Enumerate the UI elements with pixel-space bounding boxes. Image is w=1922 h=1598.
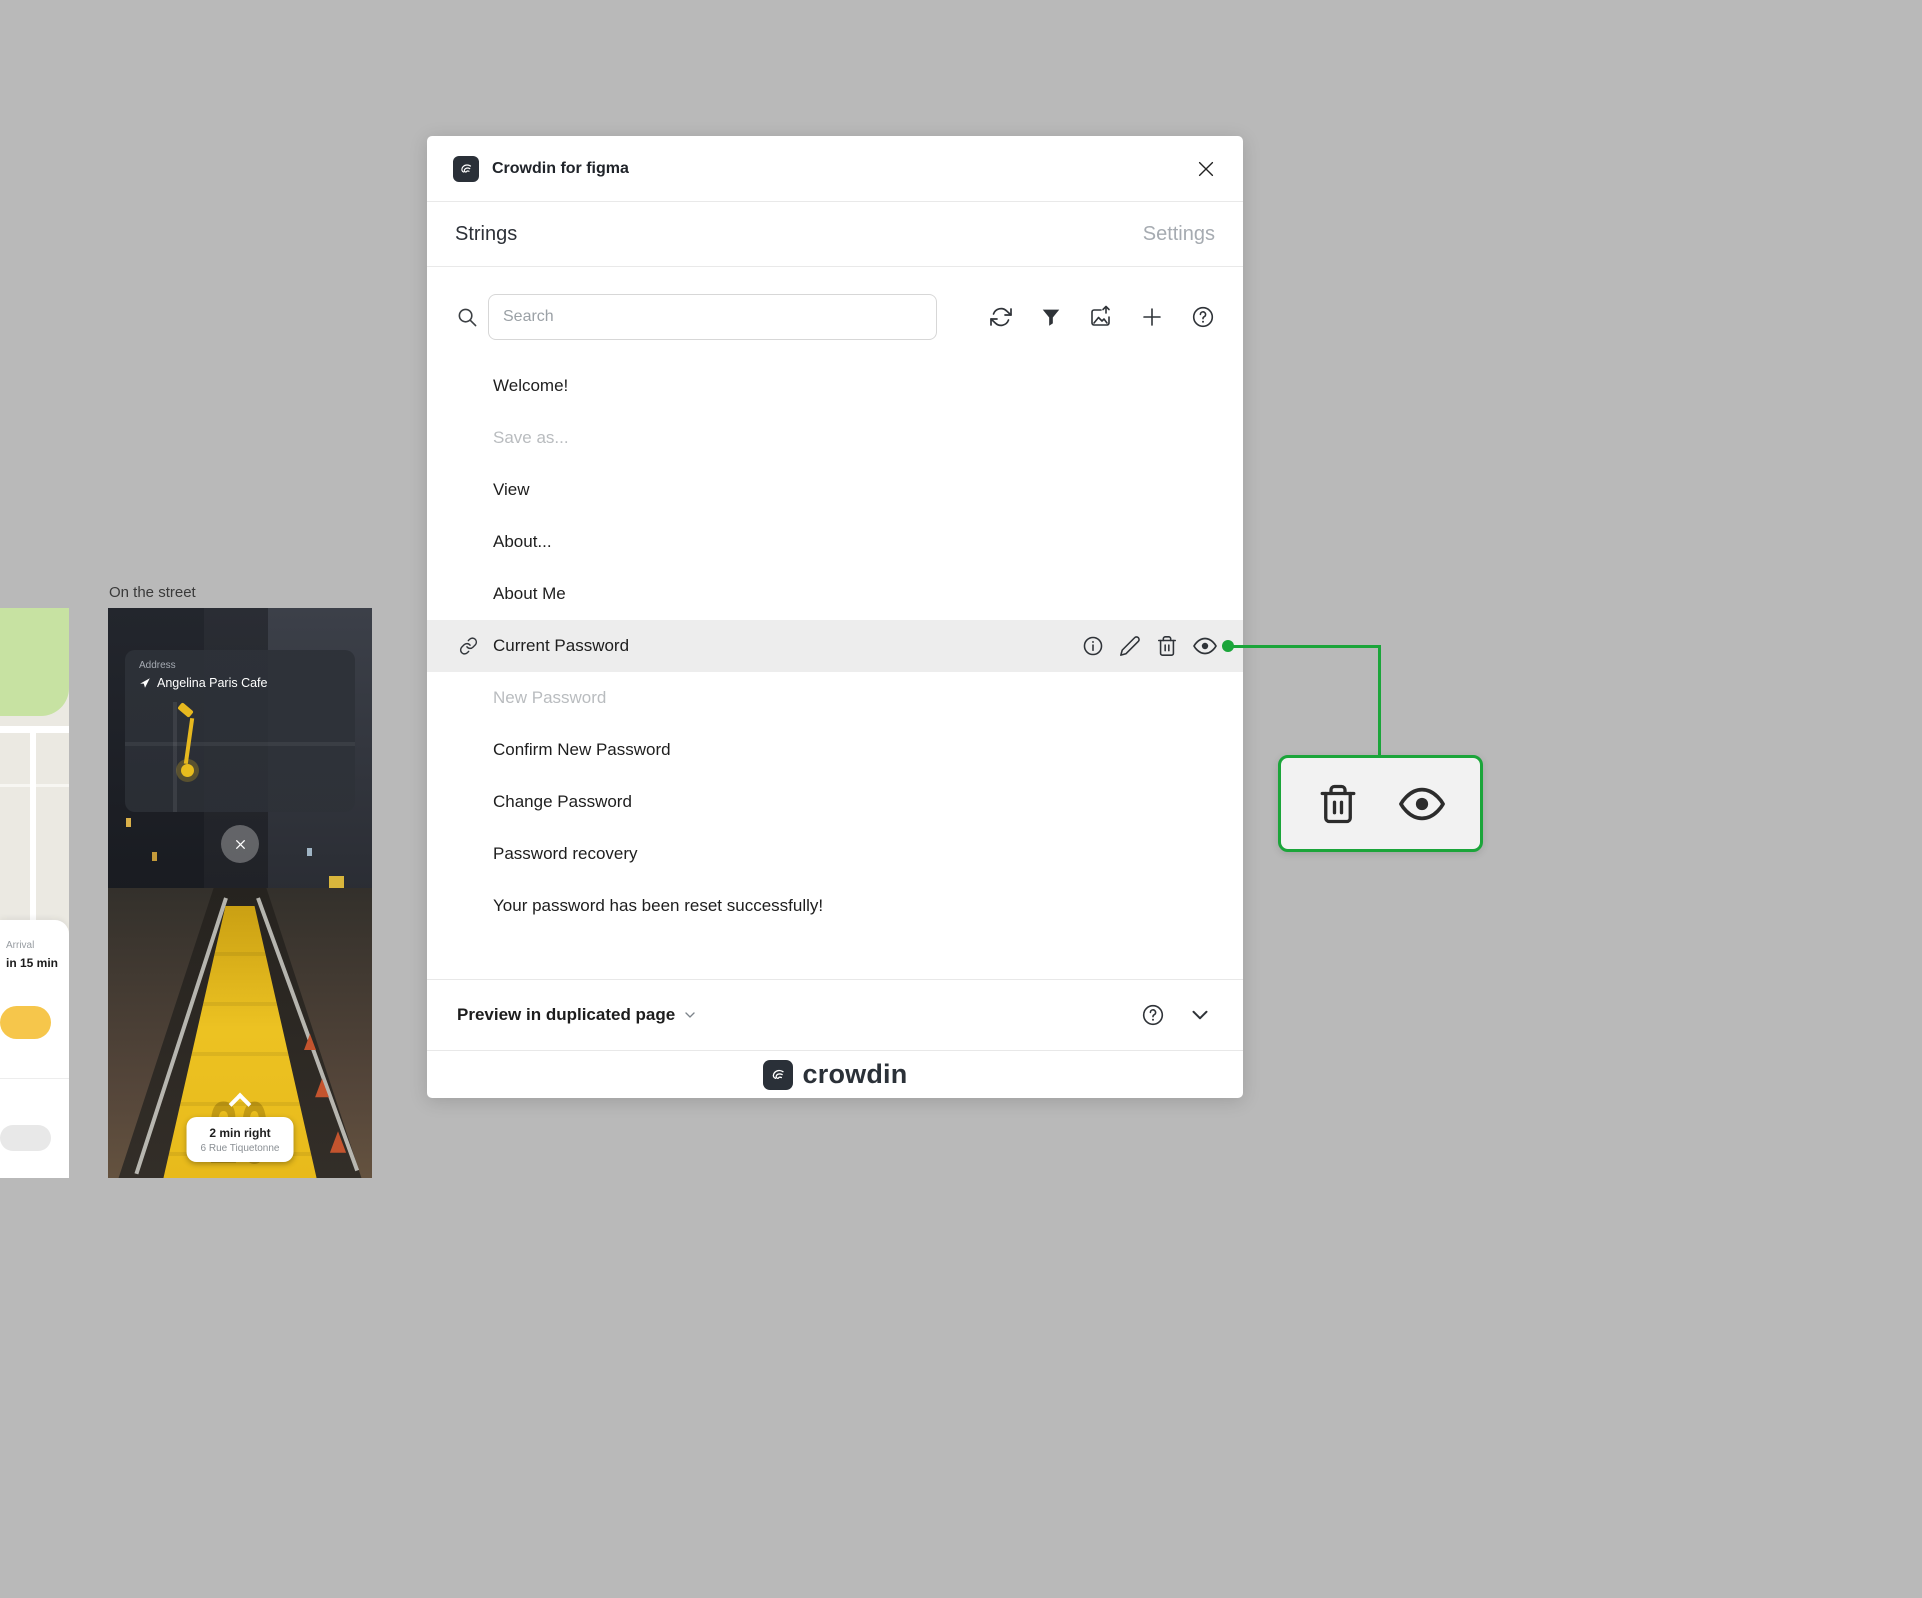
arrival-label: Arrival (6, 940, 35, 951)
help-icon (1192, 306, 1214, 328)
refresh-button[interactable] (989, 305, 1013, 329)
list-item-current-password[interactable]: Current Password (427, 620, 1243, 672)
chevron-down-icon[interactable] (682, 1007, 698, 1023)
list-item[interactable]: New Password (427, 672, 1243, 724)
brand-footer: crowdin (427, 1051, 1243, 1098)
annotation-connector-line (1378, 645, 1381, 758)
navigation-arrow-icon (139, 677, 151, 689)
direction-title: 2 min right (209, 1126, 271, 1140)
collapse-button[interactable] (1187, 1002, 1213, 1028)
frame-title-on-the-street[interactable]: On the street (109, 584, 196, 601)
crowdin-logo-icon (762, 1059, 793, 1090)
preview-icon (1398, 781, 1445, 827)
edit-icon (1120, 636, 1140, 656)
tab-strings[interactable]: Strings (455, 223, 517, 246)
modal-header: Crowdin for figma (427, 136, 1243, 202)
crowdin-wordmark: crowdin (802, 1059, 908, 1089)
preview-help-button[interactable] (1141, 1003, 1165, 1027)
delete-icon (1317, 783, 1359, 825)
add-icon (1143, 308, 1161, 326)
help-icon (1142, 1004, 1164, 1026)
filter-button[interactable] (1040, 306, 1062, 328)
preview-dropdown[interactable]: Preview in duplicated page (457, 1005, 675, 1025)
preview-button[interactable] (1193, 634, 1217, 658)
address-value: Angelina Paris Cafe (157, 676, 268, 690)
upload-image-button[interactable] (1089, 305, 1113, 329)
street-ar-frame[interactable]: 20 Address Angelina Paris Cafe 2 min rig… (108, 608, 372, 1178)
primary-button-partial (0, 1006, 51, 1039)
map-road (30, 726, 36, 926)
delete-icon (1157, 636, 1177, 656)
route-line (183, 717, 195, 765)
modal-title: Crowdin for figma (492, 159, 629, 177)
arrival-time: in 15 min (6, 956, 59, 970)
crowdin-plugin-modal: Crowdin for figma Strings Settings Searc… (427, 136, 1243, 1098)
current-location-dot (181, 764, 194, 777)
delete-button[interactable] (1156, 635, 1178, 657)
info-icon (1083, 636, 1103, 656)
annotation-anchor-dot (1222, 640, 1234, 652)
list-item[interactable]: View (427, 464, 1243, 516)
mini-map (125, 702, 355, 812)
list-item[interactable]: About... (427, 516, 1243, 568)
dismiss-overlay-button[interactable] (221, 825, 259, 863)
search-icon (457, 307, 478, 328)
toolbar (427, 267, 1243, 360)
list-item[interactable]: Change Password (427, 776, 1243, 828)
list-item[interactable]: Password recovery (427, 828, 1243, 880)
link-icon (459, 637, 478, 656)
filter-icon (1042, 309, 1060, 326)
add-string-button[interactable] (1140, 305, 1164, 329)
traffic-cone (329, 1131, 347, 1153)
string-list: Welcome! Save as... View About... About … (427, 360, 1243, 979)
traffic-cone (304, 1034, 316, 1050)
route-marker (177, 702, 194, 718)
building-lights (126, 818, 131, 827)
divider (0, 1078, 69, 1079)
crowdin-logo-icon (453, 155, 479, 182)
close-button[interactable] (1195, 158, 1217, 180)
annotation-connector-line (1228, 645, 1381, 648)
list-item[interactable]: Save as... (427, 412, 1243, 464)
preview-bar: Preview in duplicated page (427, 979, 1243, 1051)
list-item[interactable]: Confirm New Password (427, 724, 1243, 776)
building-lights (307, 848, 312, 856)
direction-subtitle: 6 Rue Tiquetonne (200, 1143, 280, 1154)
arrival-panel: Arrival in 15 min (0, 920, 69, 1178)
list-item[interactable]: Welcome! (427, 360, 1243, 412)
address-overlay-card: Address Angelina Paris Cafe (125, 650, 355, 812)
upload-image-icon (1091, 305, 1110, 326)
help-button[interactable] (1191, 305, 1215, 329)
preview-icon (1193, 637, 1217, 655)
refresh-icon (990, 307, 1012, 327)
edit-button[interactable] (1119, 635, 1141, 657)
secondary-button-partial (0, 1125, 51, 1151)
address-label: Address (139, 660, 176, 671)
search-input[interactable] (488, 294, 937, 340)
list-item[interactable]: Your password has been reset successfull… (427, 880, 1243, 932)
map-app-frame[interactable]: Arrival in 15 min (0, 608, 69, 1178)
direction-callout: 2 min right 6 Rue Tiquetonne (186, 1117, 294, 1162)
annotation-callout (1278, 755, 1483, 852)
info-button[interactable] (1082, 635, 1104, 657)
tab-bar: Strings Settings (427, 202, 1243, 267)
chevron-down-icon (1192, 1010, 1208, 1020)
list-item[interactable]: About Me (427, 568, 1243, 620)
traffic-cone (315, 1078, 329, 1098)
tab-settings[interactable]: Settings (1143, 223, 1215, 246)
map-park-area (0, 608, 69, 716)
